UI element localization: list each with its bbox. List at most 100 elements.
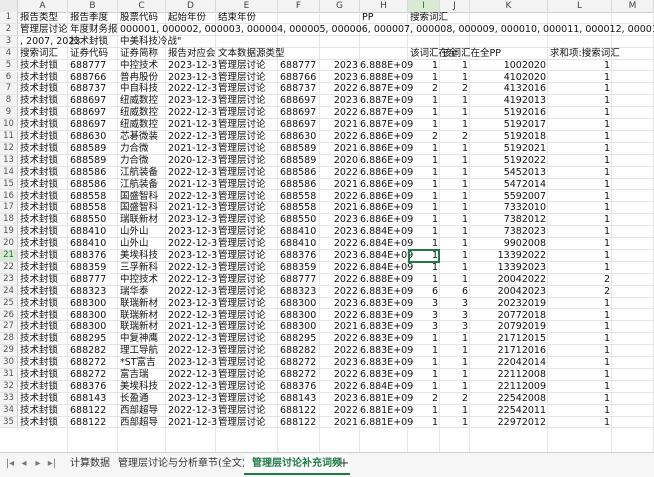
cell-C15[interactable]: 江航装备 xyxy=(118,179,158,190)
cell-F24[interactable]: 688323 xyxy=(278,286,316,297)
cell-I10[interactable]: 1 xyxy=(408,119,440,130)
cell-A22[interactable]: 技术封锁 xyxy=(18,262,58,273)
cell-L28[interactable]: 1 xyxy=(548,333,612,344)
cell-C1[interactable]: 股票代码 xyxy=(118,12,158,23)
cell-D12[interactable]: 2021-12-3 xyxy=(166,143,217,154)
cell-J21[interactable]: 1 xyxy=(440,250,470,261)
cell-K30[interactable]: 22042014 xyxy=(470,357,548,368)
cell-I6[interactable]: 1 xyxy=(408,72,440,83)
cell-J23[interactable]: 1 xyxy=(440,274,470,285)
cell-K32[interactable]: 22112009 xyxy=(470,381,548,392)
cell-K7[interactable]: 4132016 xyxy=(470,83,548,94)
cell-C5[interactable]: 中控技术 xyxy=(118,60,158,71)
cell-G34[interactable]: 2022 xyxy=(320,405,360,416)
cell-E34[interactable]: 管理层讨论 xyxy=(216,405,266,416)
cell-G17[interactable]: 2021 xyxy=(320,202,360,213)
cell-D15[interactable]: 2021-12-3 xyxy=(166,179,217,190)
cell-K12[interactable]: 5192021 xyxy=(470,143,548,154)
column-header-A[interactable]: A xyxy=(18,0,68,12)
cell-E31[interactable]: 管理层讨论 xyxy=(216,369,266,380)
cell-K6[interactable]: 4102020 xyxy=(470,72,548,83)
cell-A8[interactable]: 技术封锁 xyxy=(18,95,58,106)
cell-C31[interactable]: 富吉瑞 xyxy=(118,369,149,380)
cell-F34[interactable]: 688122 xyxy=(278,405,316,416)
cell-D29[interactable]: 2022-12-3 xyxy=(166,345,217,356)
cell-B19[interactable]: 688410 xyxy=(68,226,106,237)
cell-H31[interactable]: 6.883E+09 xyxy=(360,369,413,380)
cell-I17[interactable]: 1 xyxy=(408,202,440,213)
cell-L9[interactable]: 1 xyxy=(548,107,612,118)
cell-A12[interactable]: 技术封锁 xyxy=(18,143,58,154)
cell-H13[interactable]: 6.886E+09 xyxy=(360,155,413,166)
cell-E19[interactable]: 管理层讨论 xyxy=(216,226,266,237)
row-number[interactable]: 20 xyxy=(0,238,18,249)
cell-I28[interactable]: 1 xyxy=(408,333,440,344)
cell-A16[interactable]: 技术封锁 xyxy=(18,191,58,202)
cell-F10[interactable]: 688697 xyxy=(278,119,316,130)
cell-D13[interactable]: 2020-12-3 xyxy=(166,155,217,166)
cell-C2[interactable]: 000001, 000002, 000003, 000004, 000005, … xyxy=(118,24,654,35)
cell-K23[interactable]: 20042022 xyxy=(470,274,548,285)
cell-L30[interactable]: 1 xyxy=(548,357,612,368)
cell-K35[interactable]: 22972012 xyxy=(470,417,548,428)
cell-H23[interactable]: 6.888E+09 xyxy=(360,274,413,285)
cell-I23[interactable]: 1 xyxy=(408,274,440,285)
cell-H25[interactable]: 6.883E+09 xyxy=(360,298,413,309)
cell-G32[interactable]: 2022 xyxy=(320,381,360,392)
cell-B17[interactable]: 688558 xyxy=(68,202,106,213)
row-number[interactable]: 25 xyxy=(0,297,18,309)
cell-K13[interactable]: 5192022 xyxy=(470,155,548,166)
cell-E24[interactable]: 管理层讨论 xyxy=(216,286,266,297)
cell-A33[interactable]: 技术封锁 xyxy=(18,393,58,404)
cell-C26[interactable]: 联瑞新材 xyxy=(118,310,158,321)
cell-L34[interactable]: 1 xyxy=(548,405,612,416)
cell-K8[interactable]: 4192013 xyxy=(470,95,548,106)
cell-H7[interactable]: 6.887E+09 xyxy=(360,83,413,94)
cell-A30[interactable]: 技术封锁 xyxy=(18,357,58,368)
cell-C23[interactable]: 中控技术 xyxy=(118,274,158,285)
cell-A13[interactable]: 技术封锁 xyxy=(18,155,58,166)
cell-J35[interactable]: 1 xyxy=(440,417,470,428)
cell-G8[interactable]: 2023 xyxy=(320,95,360,106)
cell-K15[interactable]: 5472014 xyxy=(470,179,548,190)
cell-F7[interactable]: 688737 xyxy=(278,83,316,94)
cell-F35[interactable]: 688122 xyxy=(278,417,316,428)
cell-A1[interactable]: 报告类型 xyxy=(18,12,58,23)
cell-F26[interactable]: 688300 xyxy=(278,310,316,321)
cell-E35[interactable]: 管理层讨论 xyxy=(216,417,266,428)
cell-D17[interactable]: 2021-12-3 xyxy=(166,202,217,213)
cell-E11[interactable]: 管理层讨论 xyxy=(216,131,266,142)
cell-L14[interactable]: 1 xyxy=(548,167,612,178)
cell-H12[interactable]: 6.886E+09 xyxy=(360,143,413,154)
cell-C20[interactable]: 山外山 xyxy=(118,238,149,249)
cell-D27[interactable]: 2021-12-3 xyxy=(166,321,217,332)
row-number[interactable]: 14 xyxy=(0,166,18,178)
cell-L6[interactable]: 1 xyxy=(548,72,612,83)
cell-H6[interactable]: 6.888E+09 xyxy=(360,72,413,83)
cell-B32[interactable]: 688376 xyxy=(68,381,106,392)
cell-L23[interactable]: 2 xyxy=(548,274,612,285)
cell-K24[interactable]: 20042023 xyxy=(470,286,548,297)
cell-B21[interactable]: 688376 xyxy=(68,250,106,261)
cell-L27[interactable]: 1 xyxy=(548,321,612,332)
cell-L13[interactable]: 1 xyxy=(548,155,612,166)
cell-H1[interactable]: PP xyxy=(360,12,373,23)
column-header-H[interactable]: H xyxy=(360,0,408,12)
cell-F20[interactable]: 688410 xyxy=(278,238,316,249)
cell-K29[interactable]: 21712016 xyxy=(470,345,548,356)
cell-L15[interactable]: 1 xyxy=(548,179,612,190)
cell-A17[interactable]: 技术封锁 xyxy=(18,202,58,213)
cell-D14[interactable]: 2022-12-3 xyxy=(166,167,217,178)
cell-G6[interactable]: 2023 xyxy=(320,72,360,83)
cell-L5[interactable]: 1 xyxy=(548,60,612,71)
cell-A15[interactable]: 技术封锁 xyxy=(18,179,58,190)
cell-G24[interactable]: 2022 xyxy=(320,286,360,297)
cell-E14[interactable]: 管理层讨论 xyxy=(216,167,266,178)
row-number[interactable]: 4 xyxy=(0,47,18,59)
cell-F9[interactable]: 688697 xyxy=(278,107,316,118)
cell-H22[interactable]: 6.884E+09 xyxy=(360,262,413,273)
cell-J29[interactable]: 1 xyxy=(440,345,470,356)
cell-E23[interactable]: 管理层讨论 xyxy=(216,274,266,285)
cell-K20[interactable]: 9902008 xyxy=(470,238,548,249)
cell-J25[interactable]: 3 xyxy=(440,298,470,309)
